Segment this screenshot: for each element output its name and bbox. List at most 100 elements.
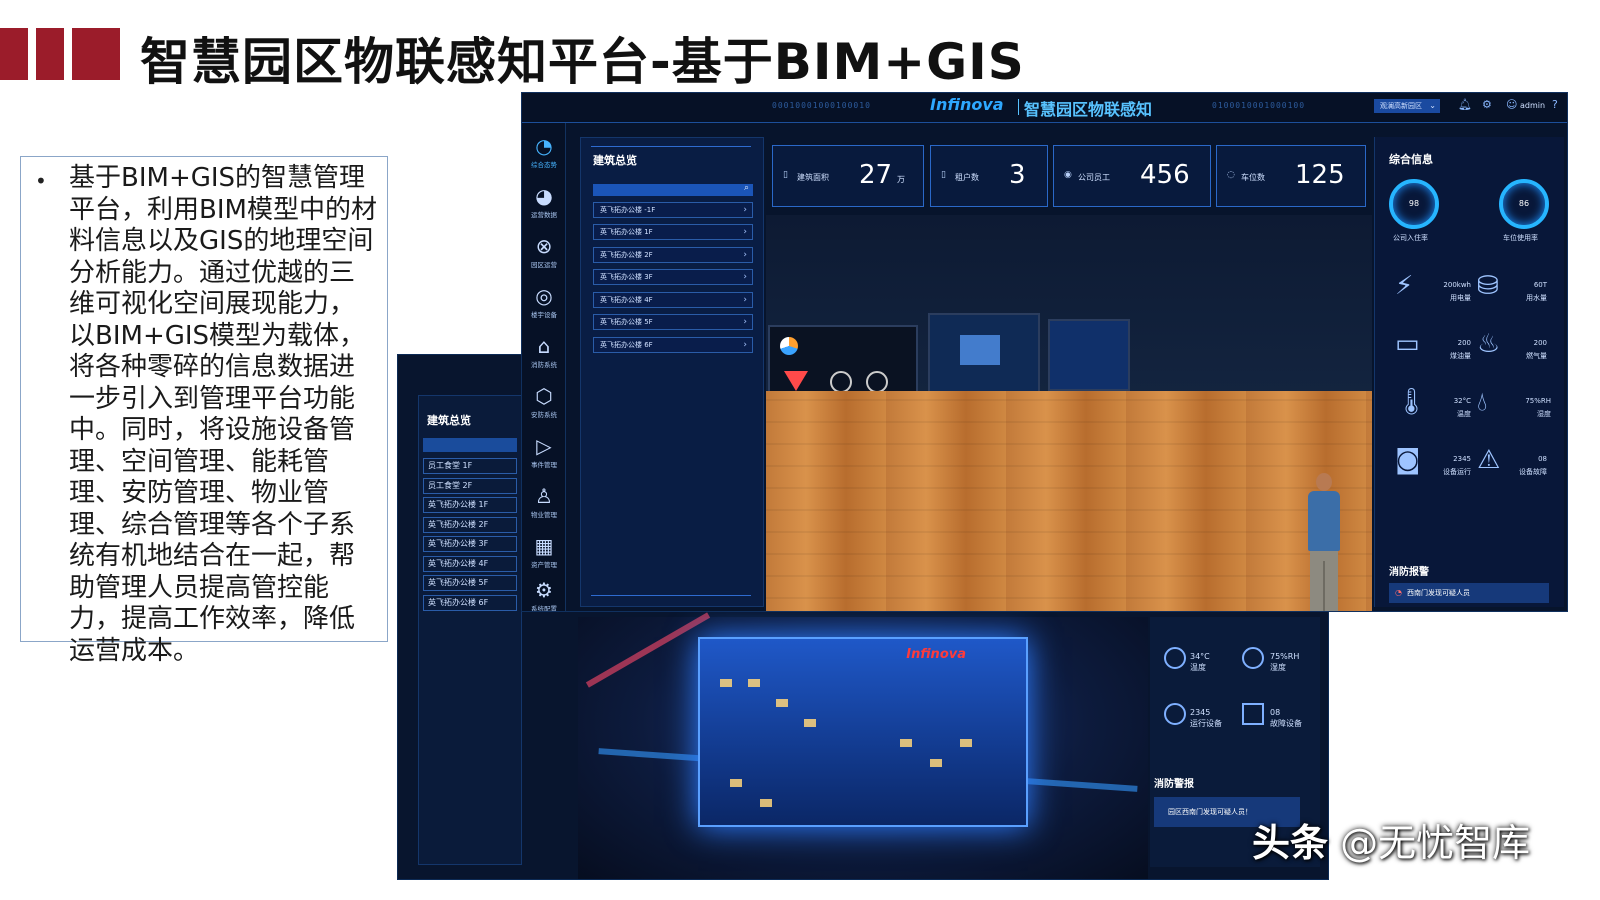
nav-property-management[interactable]: ♙ 物业管理 [522,485,566,519]
stat-label: 建筑面积 [797,173,829,182]
video-icon: ▷ [536,434,552,458]
metric-gas: 200 燃气量 [1526,339,1547,360]
back-building-row[interactable]: 员工食堂 2F [423,477,517,494]
nav-asset-management[interactable]: ▦ 资产管理 [522,535,566,569]
chevron-right-icon: › [743,340,747,350]
dashboard-icon: ◔ [535,134,553,158]
building-row[interactable]: 英飞拓办公楼 2F › [593,247,753,263]
building-row[interactable]: 英飞拓办公楼 3F › [593,269,753,285]
thermometer-icon: 🌡︎ [1395,387,1429,417]
fire-alarm-title: 消防报警 [1389,567,1429,578]
window [776,699,788,707]
window [760,799,772,807]
gear-icon: ⚙ [535,578,553,602]
back-building-row[interactable]: 英飞拓办公楼 3F [423,536,517,552]
back-building-row[interactable]: 员工食堂 1F [423,458,517,474]
nav-system-config[interactable]: ⚙ 系统配置 [522,578,566,611]
building-logo: Infinova [906,647,966,662]
title-decoration-bar-1 [0,28,28,80]
window [748,679,760,687]
metric-oil: 200 煤油量 [1450,339,1471,360]
bim-3d-scene[interactable] [766,215,1372,611]
chevron-right-icon: › [743,227,747,237]
alarm-bell-icon: ◔ [1395,588,1402,597]
stat-value: 3 [1009,160,1026,190]
back-building-panel: 建筑总览 员工食堂 1F 员工食堂 2F 英飞拓办公楼 1F 英飞拓办公楼 2F… [418,395,522,865]
window [900,739,912,747]
stat-building-area: ▯ 建筑面积 27 万 [772,145,924,207]
road-light [585,612,711,688]
building-row[interactable]: 英飞拓办公楼 -1F › [593,202,753,218]
settings-icon[interactable]: ⚙ [1482,98,1492,111]
username[interactable]: admin [1520,101,1545,110]
wooden-floor [766,391,1372,611]
stat-unit: 万 [897,175,905,184]
building-row[interactable]: 英飞拓办公楼 1F › [593,224,753,240]
chevron-right-icon: › [743,272,747,282]
bullet: • [35,169,47,193]
person-icon: ♙ [535,484,553,508]
building-search-input[interactable]: ⌕ [593,183,753,196]
fire-alarm-item[interactable]: ◔ 西南门发现可疑人员 [1389,583,1549,603]
brand-logo: Infinova [930,95,1004,114]
metric-devices-faulty: 08 设备故障 [1519,455,1547,476]
funnel-icon [784,371,808,391]
alarm-text: 西南门发现可疑人员 [1407,589,1470,597]
back-search-bar[interactable] [423,438,517,452]
metric-devices-running: 2345 设备运行 [1443,455,1471,476]
chevron-right-icon: › [743,295,747,305]
humidity-icon [1242,647,1264,669]
back-building-row[interactable]: 英飞拓办公楼 5F [423,575,517,591]
building-panel-title: 建筑总览 [593,154,637,167]
stat-label: 租户数 [955,173,979,182]
shield-icon: ⬡ [535,384,553,408]
electricity-icon: ⚡ [1395,271,1414,301]
bell-icon[interactable]: 🔔︎ [1458,98,1472,111]
back-panel-title: 建筑总览 [427,414,471,427]
nav-building-equipment[interactable]: ◎ 楼宇设备 [522,285,566,319]
watermark-account: @无忧智库 [1328,821,1531,865]
metric-electricity: 200kwh 用电量 [1443,281,1471,302]
window [804,719,816,727]
help-icon[interactable]: ? [1552,98,1558,111]
user-icon[interactable]: ☺ [1506,98,1517,111]
thermometer-icon [1164,647,1186,669]
window [730,779,742,787]
park-selector-value: 观澜高新园区 [1380,102,1422,110]
network-icon: ⊗ [535,234,553,258]
back-building-row[interactable]: 英飞拓办公楼 6F [423,594,517,611]
nav-park-operation[interactable]: ⊗ 园区运营 [522,235,566,269]
chevron-right-icon: › [743,317,747,327]
stat-tenants: ▯ 租户数 3 [930,145,1048,207]
building-row[interactable]: 英飞拓办公楼 4F › [593,292,753,308]
water-icon: ⛁ [1477,271,1499,301]
oil-icon: ▭ [1395,329,1420,359]
park-selector[interactable]: 观澜高新园区 ⌄ [1374,99,1440,113]
people-icon: ◉ [1064,170,1072,180]
gauge-icon [866,371,888,393]
humidity-icon: 💧︎ [1477,387,1488,417]
nav-event-management[interactable]: ▷ 事件管理 [522,435,566,469]
watermark: 头条 @无忧智库 [1252,812,1530,867]
nav-fire-system[interactable]: ⌂ 消防系统 [522,335,566,369]
back-building-row[interactable]: 英飞拓办公楼 4F [423,555,517,572]
info-panel-title: 综合信息 [1389,153,1433,166]
nav-security-system[interactable]: ⬡ 安防系统 [522,385,566,419]
building-row[interactable]: 英飞拓办公楼 5F › [593,314,753,330]
building-row[interactable]: 英飞拓办公楼 6F › [593,337,753,353]
back-building-row[interactable]: 英飞拓办公楼 1F [423,497,517,513]
metric-temperature: 32°C 温度 [1453,397,1471,418]
stat-value: 27 [859,160,893,190]
window [960,739,972,747]
stat-value: 125 [1295,160,1345,190]
office-icon: ▯ [941,170,946,180]
nav-overview[interactable]: ◔ 综合态势 [522,135,566,169]
pie-chart-icon: ◕ [535,184,553,208]
camera-icon: ◙ [1395,445,1421,475]
nav-operation-data[interactable]: ◕ 运营数据 [522,185,566,219]
title-decoration-bar-2 [36,28,64,80]
stat-label: 车位数 [1241,173,1265,182]
title-decoration-bar-3 [72,28,120,80]
back-building-row[interactable]: 英飞拓办公楼 2F [423,516,517,533]
wall-screen-map [1048,319,1130,391]
